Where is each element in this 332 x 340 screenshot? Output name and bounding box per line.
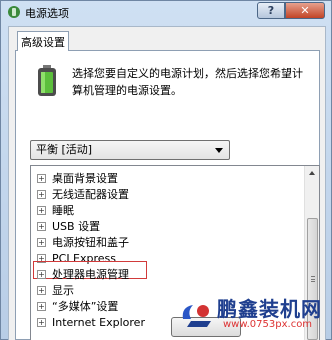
power-plan-select[interactable]: 平衡 [活动] xyxy=(30,140,230,160)
power-options-icon xyxy=(8,6,20,18)
tree-item-multimedia[interactable]: + “多媒体”设置 xyxy=(37,298,118,314)
tree-item-desktop-background[interactable]: + 桌面背景设置 xyxy=(37,170,118,186)
expand-icon[interactable]: + xyxy=(37,317,46,327)
watermark-logo-icon xyxy=(182,305,211,327)
tree-item-label: Internet Explorer xyxy=(52,315,145,329)
watermark-url: www.0753px.com xyxy=(223,319,313,330)
watermark-name: 鹏鑫装机网 xyxy=(217,297,322,321)
expand-icon[interactable]: + xyxy=(37,173,46,183)
tree-item-power-buttons-lid[interactable]: + 电源按钮和盖子 xyxy=(37,234,129,250)
tree-item-label: 电源按钮和盖子 xyxy=(52,236,129,249)
tree-item-sleep[interactable]: + 睡眠 xyxy=(37,202,74,218)
expand-icon[interactable]: + xyxy=(37,205,46,215)
window-title: 电源选项 xyxy=(25,7,69,20)
expand-icon[interactable]: + xyxy=(37,237,46,247)
grip-icon xyxy=(311,276,315,282)
close-button[interactable]: ✕ xyxy=(285,2,325,19)
title-bar[interactable]: 电源选项 ? ✕ xyxy=(1,1,331,23)
tree-item-label: 处理器电源管理 xyxy=(52,268,129,281)
watermark: 鹏鑫装机网 www.0753px.com xyxy=(177,293,327,337)
tree-item-processor-power[interactable]: + 处理器电源管理 xyxy=(37,266,129,282)
help-button[interactable]: ? xyxy=(257,2,285,19)
battery-icon xyxy=(38,65,56,96)
tree-item-label: “多媒体”设置 xyxy=(52,300,119,313)
tree-item-label: 睡眠 xyxy=(52,204,74,217)
power-plan-value: 平衡 [活动] xyxy=(36,143,93,156)
chevron-down-icon xyxy=(215,148,223,153)
power-options-window: 电源选项 ? ✕ 高级设置 选择您要自定义的电源计划，然后选择您希望计算机管理的… xyxy=(0,0,332,340)
tree-item-wireless-adapter[interactable]: + 无线适配器设置 xyxy=(37,186,129,202)
expand-icon[interactable]: + xyxy=(37,285,46,295)
tab-advanced-settings[interactable]: 高级设置 xyxy=(17,31,69,51)
tree-item-label: 无线适配器设置 xyxy=(52,188,129,201)
tree-item-usb[interactable]: + USB 设置 xyxy=(37,218,100,234)
tree-item-display[interactable]: + 显示 xyxy=(37,282,74,298)
tree-item-label: 桌面背景设置 xyxy=(52,172,118,185)
tree-item-label: 显示 xyxy=(52,284,74,297)
tree-item-internet-explorer[interactable]: + Internet Explorer xyxy=(37,314,145,330)
expand-icon[interactable]: + xyxy=(37,221,46,231)
intro-text: 选择您要自定义的电源计划，然后选择您希望计算机管理的电源设置。 xyxy=(72,67,303,97)
scroll-up-icon[interactable] xyxy=(309,171,315,175)
tree-item-label: USB 设置 xyxy=(52,220,101,233)
expand-icon[interactable]: + xyxy=(37,269,46,279)
expand-icon[interactable]: + xyxy=(37,189,46,199)
expand-icon[interactable]: + xyxy=(37,301,46,311)
